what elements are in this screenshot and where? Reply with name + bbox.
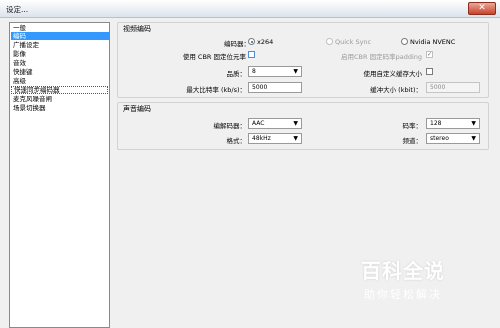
quality-dropdown[interactable]: 8 ▼ (248, 66, 302, 77)
quality-label: 品质： (226, 70, 247, 78)
sidebar-item-noise-gate[interactable]: 麦克风噪音闸 (11, 95, 110, 103)
audio-encoding-group: 声音编码 编解码器： AAC ▼ 码率： 128 ▼ 格式： 48kHz ▼ 频… (117, 102, 489, 150)
bitrate-dropdown[interactable]: 128 ▼ (426, 118, 480, 129)
sidebar-item-quicksync[interactable]: 快速同步编码器 (11, 86, 108, 94)
audio-encoding-title: 声音编码 (123, 105, 151, 113)
window-title: 设定... (6, 5, 29, 14)
channels-label: 频道： (402, 137, 423, 145)
cbr-padding-label: 启用CBR 固定码率padding (341, 53, 422, 61)
cbr-label: 使用 CBR 固定位元率 (182, 53, 246, 61)
custom-buffer-label: 使用自定义缓存大小 (363, 70, 423, 78)
radio-quicksync-label: Quick Sync (335, 38, 372, 46)
format-value: 48kHz (252, 135, 271, 142)
sidebar-item-scene-switcher[interactable]: 场景切换器 (11, 104, 110, 112)
video-encoding-title: 视频编码 (123, 25, 151, 33)
sidebar-item-encoding[interactable]: 编码 (11, 32, 110, 40)
sidebar-item-advanced[interactable]: 高级 (11, 77, 110, 85)
sidebar-item-general[interactable]: 一般 (11, 24, 110, 32)
channels-dropdown[interactable]: stereo ▼ (426, 133, 480, 144)
radio-quicksync[interactable] (326, 38, 333, 45)
max-bitrate-input[interactable]: 5000 (248, 82, 302, 93)
buffer-size-input[interactable]: 5000 (426, 82, 480, 93)
radio-x264[interactable] (248, 38, 255, 45)
codec-dropdown[interactable]: AAC ▼ (248, 118, 302, 129)
watermark-title: 百科全说 (361, 259, 445, 283)
max-bitrate-label: 最大比特率 (kb/s)： (186, 86, 246, 94)
sidebar-item-broadcast[interactable]: 广播设定 (11, 41, 110, 49)
chevron-down-icon: ▼ (471, 120, 476, 127)
bitrate-value: 128 (430, 120, 442, 127)
format-label: 格式： (226, 137, 247, 145)
custom-buffer-checkbox[interactable] (426, 68, 433, 75)
cbr-padding-checkbox[interactable]: ✓ (426, 51, 433, 58)
video-encoding-group: 视频编码 编码器： x264 Quick Sync Nvidia NVENC 使… (117, 22, 489, 98)
bitrate-label: 码率： (402, 122, 423, 130)
quality-value: 8 (252, 68, 256, 75)
channels-value: stereo (430, 135, 449, 142)
radio-x264-label: x264 (257, 38, 274, 46)
close-button[interactable]: ✕ (468, 2, 496, 15)
buffer-size-label: 缓冲大小 (kbit)： (370, 86, 422, 94)
codec-label: 编解码器： (213, 122, 247, 130)
close-icon: ✕ (478, 3, 486, 13)
watermark-subtitle: 助你轻松解决 (364, 288, 442, 301)
title-bar: 设定... ✕ (0, 0, 500, 18)
settings-sidebar: 一般 编码 广播设定 影像 音效 快捷键 高级 快速同步编码器 麦克风噪音闸 场… (9, 22, 110, 328)
chevron-down-icon: ▼ (293, 135, 298, 142)
sidebar-item-hotkeys[interactable]: 快捷键 (11, 68, 110, 76)
chevron-down-icon: ▼ (293, 68, 298, 75)
watermark: 百科全说 助你轻松解决 (333, 255, 473, 302)
cbr-checkbox[interactable] (248, 51, 255, 58)
encoder-label: 编码器： (224, 40, 250, 48)
codec-value: AAC (252, 120, 265, 127)
sidebar-item-video[interactable]: 影像 (11, 50, 110, 58)
format-dropdown[interactable]: 48kHz ▼ (248, 133, 302, 144)
radio-nvenc[interactable] (401, 38, 408, 45)
radio-nvenc-label: Nvidia NVENC (410, 38, 456, 46)
sidebar-item-audio[interactable]: 音效 (11, 59, 110, 67)
chevron-down-icon: ▼ (293, 120, 298, 127)
chevron-down-icon: ▼ (471, 135, 476, 142)
